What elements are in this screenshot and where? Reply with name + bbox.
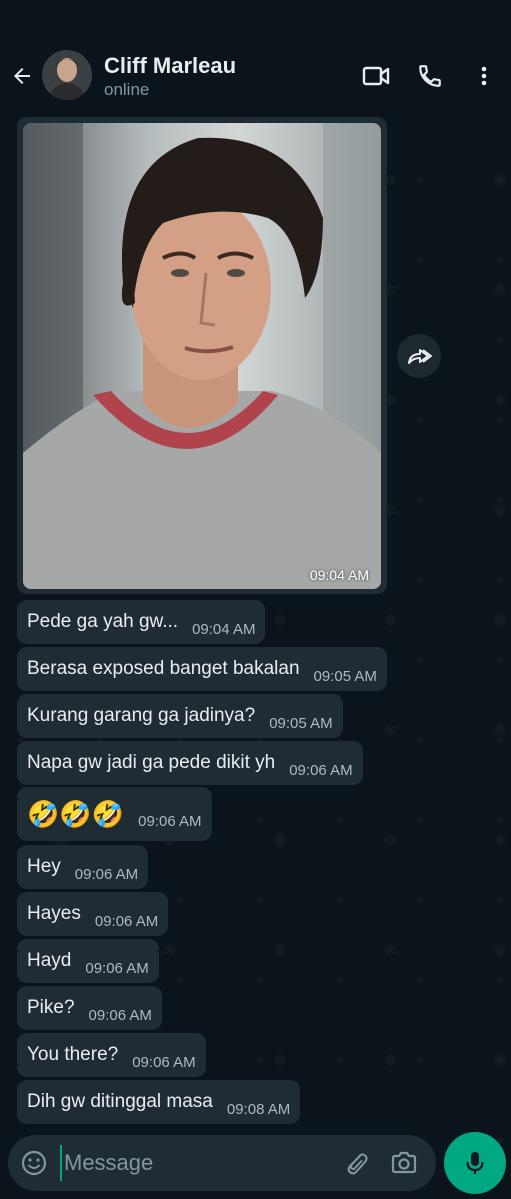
- photo-portrait: [23, 123, 381, 589]
- message-bubble[interactable]: Berasa exposed banget bakalan 09:05 AM: [17, 647, 387, 691]
- message-time: 09:04 AM: [192, 620, 256, 638]
- message-bubble[interactable]: Napa gw jadi ga pede dikit yh 09:06 AM: [17, 741, 363, 785]
- contact-name[interactable]: Cliff Marleau: [104, 53, 236, 79]
- voice-message-button[interactable]: [444, 1132, 506, 1194]
- photo[interactable]: 09:04 AM: [23, 123, 381, 589]
- more-options-button[interactable]: [468, 60, 500, 92]
- message-text: Hayes: [27, 903, 81, 924]
- image-timestamp: 09:04 AM: [309, 567, 369, 583]
- message-bubble[interactable]: Kurang garang ga jadinya? 09:05 AM: [17, 694, 343, 738]
- message-text: 🤣🤣🤣: [27, 798, 125, 829]
- message-bubble[interactable]: Pike? 09:06 AM: [17, 986, 162, 1030]
- message-bubble[interactable]: You there? 09:06 AM: [17, 1033, 206, 1077]
- emoji-icon: [21, 1150, 47, 1176]
- camera-button[interactable]: [390, 1149, 418, 1177]
- video-call-button[interactable]: [360, 60, 392, 92]
- message-time: 09:06 AM: [88, 1006, 152, 1024]
- message-composer: [8, 1135, 436, 1191]
- video-call-icon: [362, 66, 390, 86]
- message-text: Kurang garang ga jadinya?: [27, 705, 256, 726]
- message-text: Pede ga yah gw...: [27, 611, 179, 632]
- message-time: 09:06 AM: [138, 812, 202, 830]
- chat-header: Cliff Marleau online: [0, 0, 511, 112]
- message-text: Dih gw ditinggal masa: [27, 1091, 213, 1112]
- paperclip-icon: [347, 1153, 368, 1175]
- arrow-back-icon: [14, 68, 30, 84]
- back-button[interactable]: [8, 62, 36, 90]
- message-bubble[interactable]: 🤣🤣🤣 09:06 AM: [17, 787, 212, 841]
- message-bubble[interactable]: Hayd 09:06 AM: [17, 939, 159, 983]
- microphone-icon: [466, 1152, 484, 1174]
- camera-icon: [391, 1151, 417, 1174]
- message-text: You there?: [27, 1044, 119, 1065]
- message-time: 09:06 AM: [132, 1053, 196, 1071]
- forward-button[interactable]: [397, 334, 441, 378]
- message-bubble[interactable]: Pede ga yah gw... 09:04 AM: [17, 600, 266, 644]
- avatar-image: [42, 50, 92, 100]
- message-bubble[interactable]: Hey 09:06 AM: [17, 845, 149, 889]
- message-time: 09:08 AM: [226, 1100, 291, 1118]
- more-vertical-icon: [481, 66, 487, 86]
- phone-icon: [419, 65, 441, 87]
- avatar[interactable]: [42, 50, 92, 100]
- message-time: 09:06 AM: [74, 865, 139, 883]
- forward-icon: [408, 349, 432, 364]
- message-text: Pike?: [27, 997, 75, 1018]
- message-bubble[interactable]: Hayes 09:06 AM: [17, 892, 169, 936]
- voice-call-button[interactable]: [414, 60, 446, 92]
- message-time: 09:05 AM: [313, 667, 377, 685]
- message-time: 09:06 AM: [94, 912, 159, 930]
- message-time: 09:06 AM: [85, 959, 149, 977]
- message-time: 09:05 AM: [269, 714, 333, 732]
- message-text: Berasa exposed banget bakalan: [27, 658, 300, 679]
- message-time: 09:06 AM: [289, 761, 353, 779]
- contact-status: online: [104, 80, 150, 99]
- emoji-button[interactable]: [20, 1149, 48, 1177]
- message-text: Hayd: [27, 950, 72, 971]
- attach-button[interactable]: [342, 1149, 370, 1177]
- message-bubble[interactable]: Dih gw ditinggal masa 09:08 AM: [17, 1080, 301, 1124]
- message-text: Hey: [27, 856, 61, 877]
- message-input[interactable]: [60, 1145, 330, 1181]
- image-message[interactable]: 09:04 AM: [17, 117, 387, 594]
- message-text: Napa gw jadi ga pede dikit yh: [27, 752, 276, 773]
